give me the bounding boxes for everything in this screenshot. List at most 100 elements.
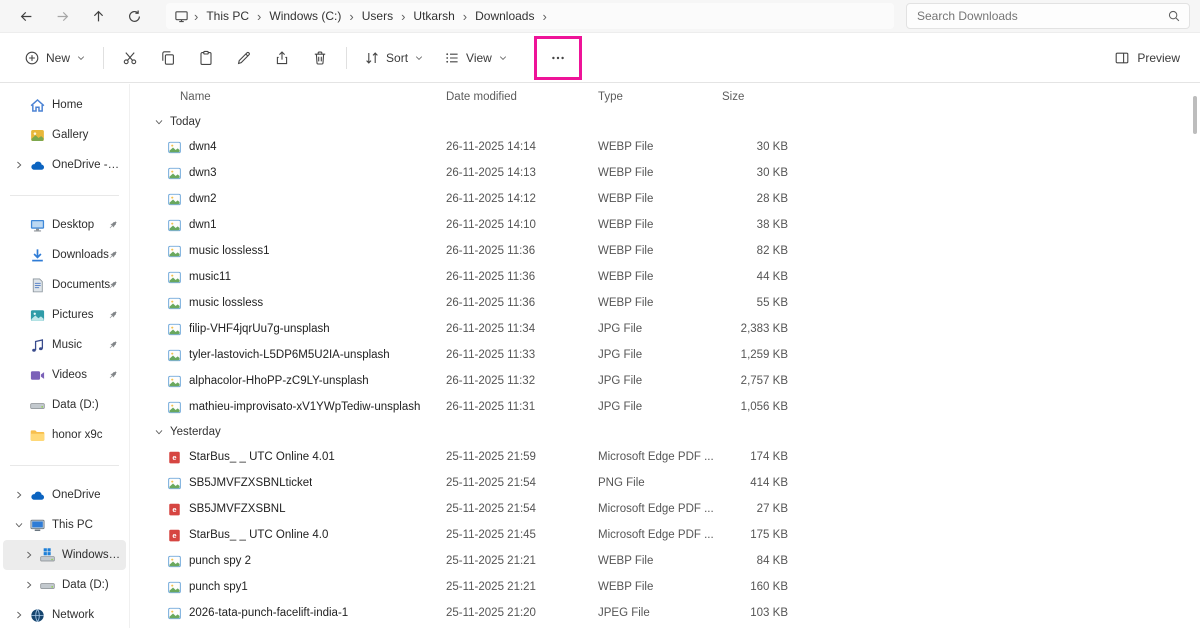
file-date-modified: 25-11-2025 21:54 (446, 503, 598, 515)
file-size: 44 KB (720, 271, 792, 283)
computer-icon (29, 517, 46, 534)
file-row[interactable]: music1126-11-2025 11:36WEBP File44 KB (130, 264, 1200, 290)
file-name-cell: music lossless1 (154, 244, 446, 259)
scrollbar-thumb[interactable] (1193, 96, 1197, 134)
file-name: tyler-lastovich-L5DP6M5U2IA-unsplash (189, 349, 390, 361)
chevron-right-icon[interactable] (9, 159, 29, 171)
breadcrumb-item-this-pc[interactable]: This PC (203, 9, 252, 23)
file-row[interactable]: music lossless126-11-2025 11:36WEBP File… (130, 238, 1200, 264)
share-button[interactable] (263, 41, 301, 75)
sidebar-item-label: OneDrive (52, 489, 122, 501)
breadcrumb-item-downloads[interactable]: Downloads (472, 9, 537, 23)
sidebar-item-honor-x9c[interactable]: honor x9c (3, 420, 126, 450)
sidebar-item-onedrive-personal[interactable]: OneDrive - Personal (3, 150, 126, 180)
file-name-cell: punch spy1 (154, 580, 446, 595)
sidebar-item-desktop[interactable]: Desktop (3, 210, 126, 240)
sidebar-item-label: Network (52, 609, 122, 621)
sidebar-section-divider (0, 450, 129, 480)
rename-button[interactable] (225, 41, 263, 75)
group-header-today[interactable]: Today (130, 110, 1200, 134)
file-row[interactable]: eStarBus_ _ UTC Online 4.0125-11-2025 21… (130, 444, 1200, 470)
column-header-size[interactable]: Size (720, 91, 792, 103)
cloud-icon (29, 487, 46, 504)
sidebar-item-onedrive[interactable]: OneDrive (3, 480, 126, 510)
file-row[interactable]: dwn426-11-2025 14:14WEBP File30 KB (130, 134, 1200, 160)
sidebar-item-music[interactable]: Music (3, 330, 126, 360)
forward-button[interactable] (44, 3, 80, 29)
file-date-modified: 25-11-2025 21:21 (446, 555, 598, 567)
image-file-icon (167, 348, 182, 363)
column-header-name[interactable]: Name (154, 91, 446, 103)
chevron-right-icon[interactable]: › (537, 9, 551, 24)
image-file-icon (167, 606, 182, 621)
svg-text:e: e (172, 453, 176, 462)
column-header-type[interactable]: Type (598, 91, 720, 103)
search-input[interactable] (906, 3, 1190, 29)
back-button[interactable] (8, 3, 44, 29)
chevron-right-icon[interactable] (9, 489, 29, 501)
file-row[interactable]: music lossless26-11-2025 11:36WEBP File5… (130, 290, 1200, 316)
sidebar-item-data-d[interactable]: Data (D:) (3, 570, 126, 600)
file-row[interactable]: tyler-lastovich-L5DP6M5U2IA-unsplash 26-1… (130, 342, 1200, 368)
sidebar-item-downloads[interactable]: Downloads (3, 240, 126, 270)
file-row[interactable]: 2026-tata-punch-facelift-india-125-11-20… (130, 600, 1200, 626)
breadcrumb-item-windows-c[interactable]: Windows (C:) (266, 9, 344, 23)
preview-button[interactable]: Preview (1108, 43, 1186, 73)
pin-icon (107, 339, 119, 351)
chevron-right-icon[interactable]: › (189, 9, 203, 24)
sidebar-item-gallery[interactable]: Gallery (3, 120, 126, 150)
file-row[interactable]: punch spy125-11-2025 21:21WEBP File160 K… (130, 574, 1200, 600)
chevron-down-icon[interactable] (9, 519, 29, 531)
chevron-right-icon[interactable]: › (344, 9, 358, 24)
sidebar-item-windows-c[interactable]: Windows (C:) (3, 540, 126, 570)
chevron-right-icon[interactable]: › (396, 9, 410, 24)
sidebar-item-videos[interactable]: Videos (3, 360, 126, 390)
paste-button[interactable] (187, 41, 225, 75)
new-button[interactable]: New (14, 43, 96, 73)
file-name: punch spy1 (189, 581, 248, 593)
sidebar-item-documents[interactable]: Documents (3, 270, 126, 300)
file-date-modified: 26-11-2025 11:33 (446, 349, 598, 361)
delete-button[interactable] (301, 41, 339, 75)
file-row[interactable]: mathieu-improvisato-xV1YWpTediw-unsplash… (130, 394, 1200, 420)
chevron-spacer (9, 129, 29, 141)
group-header-yesterday[interactable]: Yesterday (130, 420, 1200, 444)
file-date-modified: 25-11-2025 21:20 (446, 607, 598, 619)
file-row[interactable]: SB5JMVFZXSBNLticket25-11-2025 21:54PNG F… (130, 470, 1200, 496)
sort-button[interactable]: Sort (354, 43, 434, 73)
more-options-button[interactable] (539, 41, 577, 75)
sidebar-item-home[interactable]: Home (3, 90, 126, 120)
copy-button[interactable] (149, 41, 187, 75)
sidebar-item-pictures[interactable]: Pictures (3, 300, 126, 330)
chevron-right-icon[interactable] (19, 579, 39, 591)
cut-button[interactable] (111, 41, 149, 75)
chevron-right-icon[interactable]: › (458, 9, 472, 24)
file-type: PNG File (598, 477, 720, 489)
back-icon (19, 9, 34, 24)
chevron-right-icon[interactable] (9, 609, 29, 621)
refresh-button[interactable] (116, 3, 152, 29)
sidebar-item-this-pc[interactable]: This PC (3, 510, 126, 540)
file-row[interactable]: eStarBus_ _ UTC Online 4.025-11-2025 21:… (130, 522, 1200, 548)
file-row[interactable]: punch spy 225-11-2025 21:21WEBP File84 K… (130, 548, 1200, 574)
breadcrumb-item-utkarsh[interactable]: Utkarsh (410, 9, 457, 23)
file-size: 27 KB (720, 503, 792, 515)
file-row[interactable]: filip-VHF4jqrUu7g-unsplash26-11-2025 11:… (130, 316, 1200, 342)
sidebar-item-data-d[interactable]: Data (D:) (3, 390, 126, 420)
file-row[interactable]: dwn326-11-2025 14:13WEBP File30 KB (130, 160, 1200, 186)
chevron-right-icon[interactable]: › (252, 9, 266, 24)
up-button[interactable] (80, 3, 116, 29)
file-row[interactable]: alphacolor-HhoPP-zC9LY-unsplash26-11-202… (130, 368, 1200, 394)
pdf-file-icon: e (167, 502, 182, 517)
file-date-modified: 26-11-2025 11:36 (446, 271, 598, 283)
column-header-date-modified[interactable]: Date modified (446, 91, 598, 103)
chevron-right-icon[interactable] (19, 549, 39, 561)
breadcrumb-item-users[interactable]: Users (359, 9, 396, 23)
file-name-cell: eSB5JMVFZXSBNL (154, 502, 446, 517)
pin-icon (107, 249, 119, 261)
view-button[interactable]: View (434, 43, 518, 73)
file-row[interactable]: dwn226-11-2025 14:12WEBP File28 KB (130, 186, 1200, 212)
file-row[interactable]: eSB5JMVFZXSBNL25-11-2025 21:54Microsoft … (130, 496, 1200, 522)
sidebar-item-network[interactable]: Network (3, 600, 126, 628)
file-row[interactable]: dwn126-11-2025 14:10WEBP File38 KB (130, 212, 1200, 238)
